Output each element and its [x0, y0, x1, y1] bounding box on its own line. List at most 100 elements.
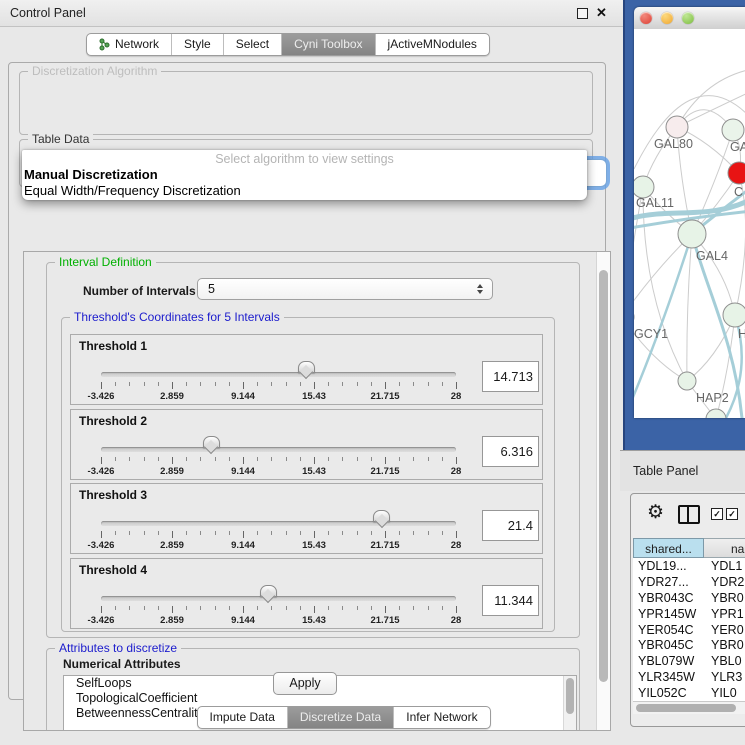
- network-node-gal80[interactable]: [666, 116, 688, 138]
- table-cell[interactable]: YBR043C: [633, 590, 704, 606]
- algorithm-option[interactable]: Equal Width/Frequency Discretization: [22, 183, 587, 199]
- slider-thumb[interactable]: [260, 585, 277, 597]
- slider-tick-label: 2.859: [160, 391, 184, 402]
- column-header-name[interactable]: name: [704, 538, 745, 558]
- settings-vertical-scrollbar[interactable]: [596, 252, 610, 730]
- table-cell[interactable]: YBL079W: [633, 653, 704, 669]
- control-panel-tabs: NetworkStyle Select Cyni ToolboxjActiveMNo…: [86, 33, 490, 56]
- table-row[interactable]: YLR345WYLR3: [633, 669, 745, 685]
- table-cell[interactable]: YDR2: [704, 574, 745, 590]
- slider-thumb[interactable]: [203, 436, 220, 448]
- table-scrollbar-thumb[interactable]: [636, 704, 736, 712]
- table-cell[interactable]: YDL19...: [633, 558, 704, 574]
- threshold-value-field[interactable]: 21.4: [482, 510, 539, 541]
- settings-scroll-area: Interval Definition Number of Intervals …: [23, 251, 611, 731]
- table-cell[interactable]: YLR345W: [633, 669, 704, 685]
- table-row[interactable]: YDR27...YDR2: [633, 574, 745, 590]
- tab-network[interactable]: Network: [87, 34, 171, 55]
- gear-icon[interactable]: ⚙: [647, 503, 664, 522]
- table-cell[interactable]: YIL052C: [633, 685, 704, 701]
- tab-label: Select: [236, 34, 269, 55]
- slider-thumb[interactable]: [373, 510, 390, 522]
- slider-tick: [144, 531, 145, 535]
- slider-track[interactable]: [101, 372, 456, 377]
- table-cell[interactable]: YDL1: [704, 558, 745, 574]
- list-scrollbar-thumb[interactable]: [566, 678, 574, 714]
- table-cell[interactable]: YBR0: [704, 590, 745, 606]
- threshold-value-field[interactable]: 6.316: [482, 436, 539, 467]
- table-horizontal-scrollbar[interactable]: [633, 701, 745, 714]
- slider-tick: [200, 457, 201, 461]
- checkbox-icon[interactable]: ✓: [726, 508, 738, 520]
- table-row[interactable]: YIL052CYIL0: [633, 685, 745, 701]
- table-row[interactable]: YBR045CYBR0: [633, 637, 745, 653]
- minimize-traffic-light-icon[interactable]: [661, 12, 673, 24]
- table-cell[interactable]: YER054C: [633, 622, 704, 638]
- slider-tick: [286, 531, 287, 535]
- number-of-intervals-combobox[interactable]: 5: [197, 278, 493, 300]
- slider-tick: [342, 457, 343, 461]
- tab-jactivemnodules[interactable]: jActiveMNodules: [375, 34, 489, 55]
- slider-track[interactable]: [101, 447, 456, 452]
- table-cell[interactable]: YBR0: [704, 637, 745, 653]
- tab-label: Infer Network: [406, 707, 477, 728]
- tab-impute-data[interactable]: Impute Data: [198, 707, 287, 728]
- slider-tick: [271, 457, 272, 461]
- columns-icon[interactable]: [678, 505, 700, 524]
- tab-discretize-data[interactable]: Discretize Data: [287, 707, 393, 728]
- apply-button[interactable]: Apply: [273, 672, 337, 695]
- threshold-value-field[interactable]: 11.344: [482, 585, 539, 616]
- table-row[interactable]: YBR043CYBR0: [633, 590, 745, 606]
- network-node-c[interactable]: [728, 162, 745, 184]
- network-node-g[interactable]: [722, 119, 744, 141]
- table-cell[interactable]: YIL0: [704, 685, 745, 701]
- list-scrollbar[interactable]: [563, 676, 576, 731]
- slider-track[interactable]: [101, 596, 456, 601]
- slider-tick: [158, 606, 159, 610]
- table-cell[interactable]: YPR1: [704, 606, 745, 622]
- slider-thumb[interactable]: [298, 361, 315, 373]
- threshold-value-field[interactable]: 14.713: [482, 361, 539, 392]
- close-traffic-light-icon[interactable]: [640, 12, 652, 24]
- table-cell[interactable]: YBR045C: [633, 637, 704, 653]
- network-node-hap2[interactable]: [678, 372, 696, 390]
- table-row[interactable]: YER054CYER0: [633, 622, 745, 638]
- tab-infer-network[interactable]: Infer Network: [393, 707, 489, 728]
- slider-tick: [129, 382, 130, 386]
- table-row[interactable]: YBL079WYBL0: [633, 653, 745, 669]
- network-canvas[interactable]: GAL80GACGAL11GAL4GCY1HHAP2: [634, 29, 745, 418]
- tab-cyni-toolbox[interactable]: Cyni Toolbox: [281, 34, 374, 55]
- table-cell[interactable]: YER0: [704, 622, 745, 638]
- slider-tick: [186, 606, 187, 610]
- tab-style[interactable]: Style: [171, 34, 223, 55]
- close-icon[interactable]: ✕: [596, 5, 607, 21]
- checkbox-icon[interactable]: ✓: [711, 508, 723, 520]
- slider-tick: [399, 382, 400, 386]
- network-node-gal11[interactable]: [634, 176, 654, 198]
- table-cell[interactable]: YDR27...: [633, 574, 704, 590]
- table-row[interactable]: YDL19...YDL1: [633, 558, 745, 574]
- network-node-h[interactable]: [723, 303, 745, 327]
- zoom-traffic-light-icon[interactable]: [682, 12, 694, 24]
- slider-track[interactable]: [101, 521, 456, 526]
- slider-tick: [456, 606, 457, 613]
- attributes-group-label: Attributes to discretize: [55, 641, 181, 656]
- table-cell[interactable]: YBL0: [704, 653, 745, 669]
- slider-tick: [144, 382, 145, 386]
- table-row[interactable]: YPR145WYPR1: [633, 606, 745, 622]
- settings-scrollbar-thumb[interactable]: [599, 270, 608, 682]
- column-header-shared-name[interactable]: shared...: [633, 538, 704, 558]
- algorithm-option[interactable]: Manual Discretization: [22, 167, 587, 183]
- slider-tick: [357, 457, 358, 461]
- network-window-titlebar[interactable]: [634, 7, 745, 30]
- slider-tick: [129, 531, 130, 535]
- table-cell[interactable]: YLR3: [704, 669, 745, 685]
- slider-tick-label: 9.144: [231, 540, 255, 551]
- tab-select[interactable]: Select: [223, 34, 281, 55]
- float-window-icon[interactable]: [577, 8, 588, 19]
- slider-tick: [399, 531, 400, 535]
- slider-tick: [300, 382, 301, 386]
- table-cell[interactable]: YPR145W: [633, 606, 704, 622]
- slider-tick-label: 28: [451, 391, 462, 402]
- network-node-gal4[interactable]: [678, 220, 706, 248]
